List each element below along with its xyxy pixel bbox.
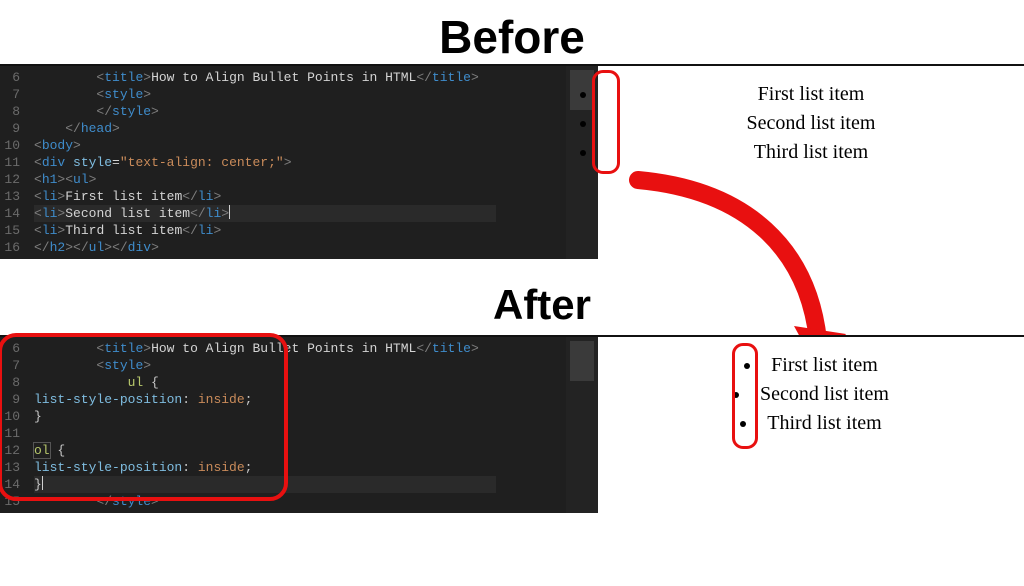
code-editor-after: 6789101112131415 <title>How to Align Bul… [0,337,598,513]
list-item: Second list item [598,109,1024,138]
render-preview-after: First list itemSecond list itemThird lis… [598,337,1024,513]
heading-before: Before [0,10,1024,64]
code-area: <title>How to Align Bullet Points in HTM… [26,66,566,259]
list-item: Second list item [598,380,1024,409]
before-row: 678910111213141516 <title>How to Align B… [0,64,1024,259]
heading-after: After [60,281,1024,329]
line-number-gutter: 6789101112131415 [0,337,26,513]
list-item: Third list item [598,138,1024,167]
preview-list-after: First list itemSecond list itemThird lis… [598,351,1024,438]
code-editor-before: 678910111213141516 <title>How to Align B… [0,66,598,259]
list-item: First list item [598,80,1024,109]
render-preview-before: First list itemSecond list itemThird lis… [598,66,1024,259]
line-number-gutter: 678910111213141516 [0,66,26,259]
minimap [566,337,598,513]
list-item: First list item [598,351,1024,380]
code-area: <title>How to Align Bullet Points in HTM… [26,337,566,513]
list-item: Third list item [598,409,1024,438]
after-row: 6789101112131415 <title>How to Align Bul… [0,335,1024,513]
preview-list-before: First list itemSecond list itemThird lis… [598,80,1024,167]
